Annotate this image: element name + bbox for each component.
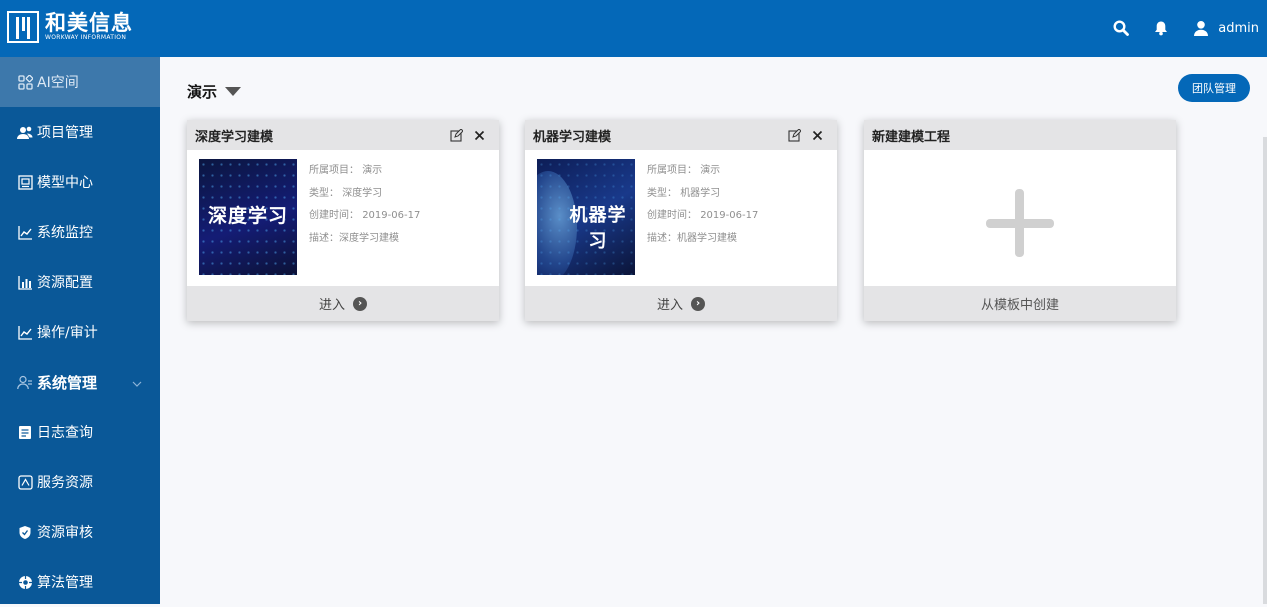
sidebar-item-label: 算法管理 [37,575,93,591]
thumbnail-text: 深度学习 [207,205,288,227]
enter-button[interactable]: 进入 › [525,286,837,321]
card-title: 深度学习建模 [195,129,274,145]
sidebar-item-label: 系统监控 [37,225,93,241]
sidebar-item-label: 服务资源 [37,475,93,491]
user-settings-icon [17,374,33,390]
chevron-right-icon: › [691,296,705,311]
project-card: 深度学习建模 深度学习 所属项目： 演示 类型： 深度学习 创建时间： 2019… [187,120,499,321]
model-icon [17,174,33,190]
logo[interactable]: 和美信息 WORKWAY INFORMATION [7,11,133,43]
card-header: 深度学习建模 [187,120,499,150]
created-value: 2019-06-17 [700,210,759,222]
sidebar: AI空间 项目管理 模型中心 系统监控 资源配置 操作/审计 系统管理 日志查询… [0,57,160,604]
project-card: 机器学习建模 机器学习 所属项目： 演示 类型： 机器学习 创建时间： 2019… [525,120,837,321]
main-content: 演示 团队管理 深度学习建模 深度学习 所属项目： 演示 类型： 深度学习 创建… [160,57,1267,604]
sidebar-item-resource-review[interactable]: 资源审核 [0,507,160,557]
sidebar-item-label: 操作/审计 [37,325,98,341]
card-meta: 所属项目： 演示 类型： 机器学习 创建时间： 2019-06-17 描述：机器… [647,165,759,244]
enter-label: 进入 [318,298,345,313]
sidebar-item-label: AI空间 [37,75,79,91]
sidebar-item-resource-config[interactable]: 资源配置 [0,257,160,307]
chevron-right-icon: › [353,296,367,311]
service-icon [17,474,33,490]
edit-icon[interactable] [786,127,802,143]
username[interactable]: admin [1218,21,1259,36]
sidebar-item-label: 模型中心 [37,175,93,191]
bell-icon[interactable] [1149,16,1173,40]
type-value: 机器学习 [680,187,721,199]
users-icon [17,124,33,140]
card-thumbnail: 机器学习 [537,159,635,275]
project-value: 演示 [700,165,721,176]
enter-button[interactable]: 进入 › [187,286,499,321]
card-title: 机器学习建模 [533,129,612,145]
created-value: 2019-06-17 [362,210,421,222]
card-meta: 所属项目： 演示 类型： 深度学习 创建时间： 2019-06-17 描述：深度… [309,165,421,244]
top-bar: 和美信息 WORKWAY INFORMATION admin [0,0,1267,57]
sidebar-item-model-center[interactable]: 模型中心 [0,157,160,207]
close-icon[interactable] [809,127,825,143]
team-management-button[interactable]: 团队管理 [1178,74,1250,102]
search-icon[interactable] [1109,16,1133,40]
scrollbar[interactable] [1263,137,1267,604]
card-header: 机器学习建模 [525,120,837,150]
sidebar-item-ai-space[interactable]: AI空间 [0,57,160,107]
card-title: 新建建模工程 [872,129,951,145]
document-icon [17,424,33,440]
chevron-down-icon[interactable] [132,374,142,392]
user-icon[interactable] [1189,16,1213,40]
shield-icon [17,524,33,540]
create-from-template-label: 从模板中创建 [980,298,1059,313]
plus-icon[interactable] [864,150,1176,286]
sidebar-item-system-monitor[interactable]: 系统监控 [0,207,160,257]
line-chart-icon [17,224,33,240]
card-header: 新建建模工程 [864,120,1176,150]
sidebar-item-system-management[interactable]: 系统管理 [0,357,160,407]
bar-chart-icon [17,274,33,290]
sidebar-item-log-query[interactable]: 日志查询 [0,407,160,457]
algorithm-icon [17,574,33,590]
sidebar-item-label: 日志查询 [37,425,93,441]
close-icon[interactable] [471,127,487,143]
sidebar-item-service-resource[interactable]: 服务资源 [0,457,160,507]
sidebar-item-label: 项目管理 [37,125,93,141]
caret-down-icon [225,87,242,96]
sidebar-item-operation-audit[interactable]: 操作/审计 [0,307,160,357]
thumbnail-text: 机器学习 [569,205,627,252]
grid-icon [17,74,33,90]
type-value: 深度学习 [342,187,383,199]
sidebar-item-label: 资源配置 [37,275,93,291]
logo-subtitle: WORKWAY INFORMATION [45,34,127,41]
sidebar-item-label: 资源审核 [37,525,93,541]
new-project-card[interactable]: 新建建模工程 从模板中创建 [864,120,1176,321]
edit-icon[interactable] [448,127,464,143]
desc-value: 深度学习建模 [339,232,399,244]
sidebar-item-project-management[interactable]: 项目管理 [0,107,160,157]
sidebar-item-algorithm-management[interactable]: 算法管理 [0,557,160,607]
enter-label: 进入 [656,298,683,313]
create-from-template-button[interactable]: 从模板中创建 [864,286,1176,321]
line-chart-icon [17,324,33,340]
project-value: 演示 [362,165,383,176]
sidebar-item-label: 系统管理 [37,373,98,392]
logo-mark-icon [7,11,39,43]
workspace-selector[interactable]: 演示 [187,81,242,102]
workspace-title: 演示 [187,83,218,101]
card-thumbnail: 深度学习 [199,159,297,275]
desc-value: 机器学习建模 [677,232,737,244]
logo-title: 和美信息 [45,11,133,35]
